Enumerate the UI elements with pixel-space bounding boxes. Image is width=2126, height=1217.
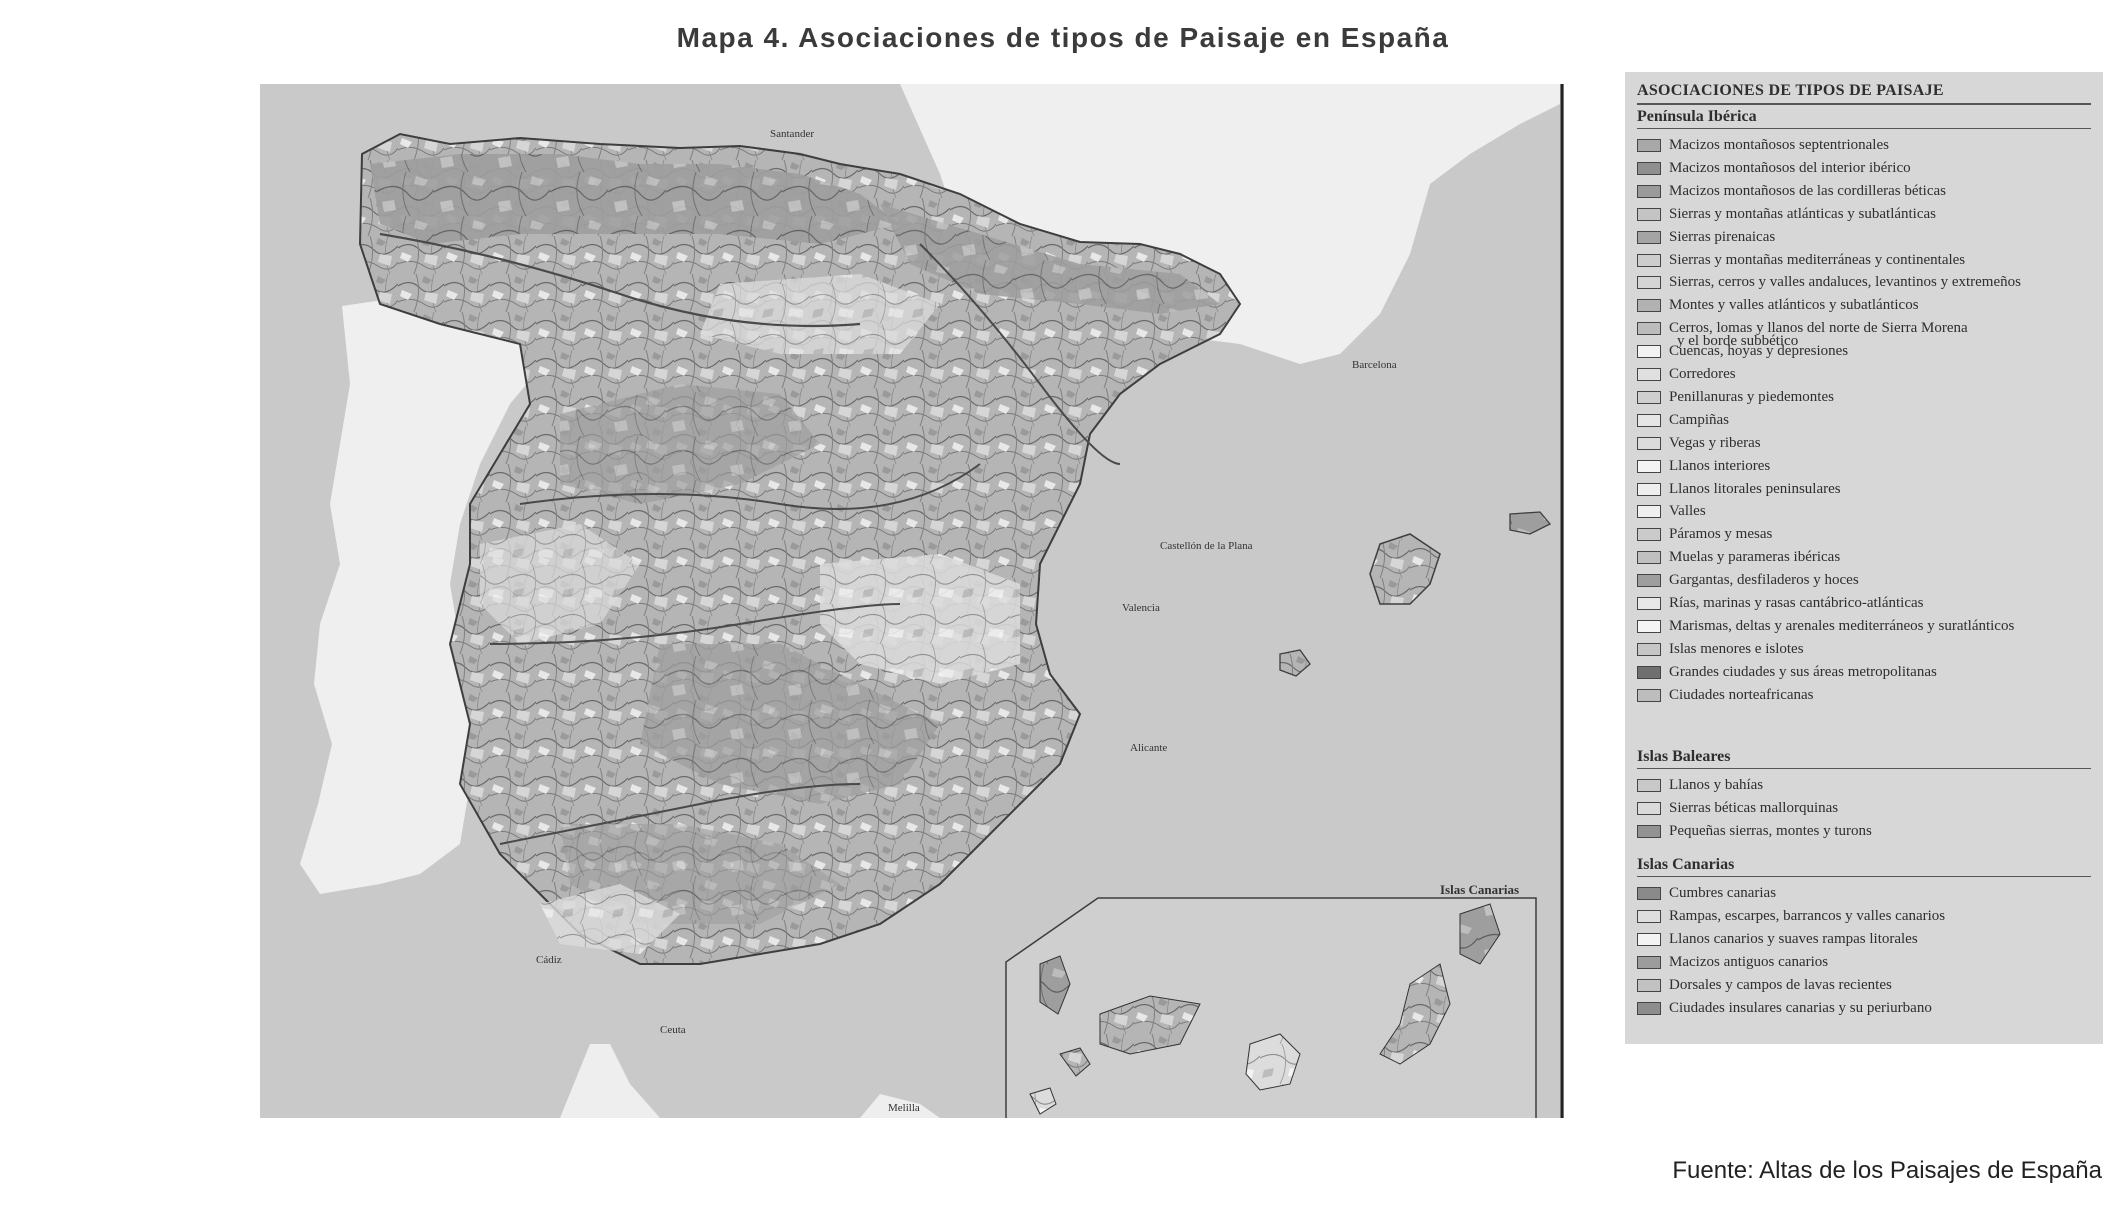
legend-swatch [1637,665,1661,679]
label-castellon: Castellón de la Plana [1160,540,1253,552]
legend-swatch [1637,276,1661,290]
legend-item-label: Rampas, escarpes, barrancos y valles can… [1669,907,1946,924]
legend-item-label: Cumbres canarias [1669,885,1777,901]
legend-item-label: Marismas, deltas y arenales mediterráneo… [1669,617,2015,634]
legend-item-label: Macizos montañosos del interior ibérico [1669,159,1911,176]
legend-swatch [1637,482,1661,496]
legend-swatch [1637,619,1661,633]
legend-item-label: Dorsales y campos de lavas recientes [1669,976,1892,993]
legend-item-label: Sierras, cerros y valles andaluces, leva… [1669,274,2021,291]
legend-item-label: Cuencas, hoyas y depresiones [1669,343,1849,360]
spain-landscape-map: Santander Barcelona Castellón de la Plan… [260,84,1564,1118]
legend-item-label: Valles [1669,503,1706,520]
legend-swatch [1637,642,1661,656]
legend-swatch [1637,230,1661,244]
legend-swatch [1637,955,1661,969]
legend-item-label: Llanos y bahías [1669,777,1764,793]
legend-item-label: Sierras y montañas mediterráneas y conti… [1669,251,1966,268]
legend-swatch [1637,978,1661,992]
legend-item-label: Penillanuras y piedemontes [1669,388,1834,405]
legend-swatch [1637,207,1661,221]
legend-item-label: Macizos antiguos canarios [1669,953,1829,970]
legend-section-title: Península Ibérica [1637,108,2091,129]
legend-swatch [1637,574,1661,588]
canarias-inset-title: Islas Canarias [1440,882,1520,897]
legend-swatch [1637,322,1661,336]
label-ceuta: Ceuta [660,1024,686,1036]
legend-swatch [1637,184,1661,198]
legend-swatch [1637,824,1661,838]
label-santander: Santander [770,128,814,140]
map-title: Mapa 4. Asociaciones de tipos de Paisaje… [676,22,1450,53]
legend-item-label: Llanos litorales peninsulares [1669,480,1841,497]
source-note: Fuente: Altas de los Paisajes de España [1672,1157,2102,1184]
legend-item-label: Muelas y parameras ibéricas [1669,549,1841,566]
legend-item-label: Pequeñas sierras, montes y turons [1669,822,1872,839]
legend-item-label: Corredores [1669,366,1736,382]
legend-swatch [1637,1001,1661,1015]
label-melilla: Melilla [888,1102,920,1114]
legend-item-label: Vegas y riberas [1669,434,1761,451]
label-barcelona: Barcelona [1352,359,1397,371]
legend-swatch [1637,345,1661,359]
legend-swatch [1637,436,1661,450]
legend-swatch [1637,139,1661,152]
legend-item-label: Rías, marinas y rasas cantábrico-atlánti… [1669,595,1924,611]
legend-swatch [1637,779,1661,792]
legend-swatch [1637,459,1661,473]
legend-item-label: Gargantas, desfiladeros y hoces [1669,572,1859,589]
legend-item-label: Grandes ciudades y sus áreas metropolita… [1669,663,1937,680]
map-graphic [260,84,1564,1118]
legend-item-label: Sierras y montañas atlánticas y subatlán… [1669,205,1937,222]
legend-swatch [1637,528,1661,542]
legend-item-label: Macizos montañosos de las cordilleras bé… [1669,182,1947,199]
legend-item-label: Llanos interiores [1669,457,1771,474]
legend-section-title: Islas Canarias [1637,856,2091,877]
legend-swatch [1637,390,1661,404]
legend-item-label: Sierras béticas mallorquinas [1669,799,1839,816]
legend-item-label: Llanos canarios y suaves rampas litorale… [1669,930,1918,947]
legend-item-label: Islas menores e islotes [1669,640,1804,657]
legend-swatch [1637,597,1661,610]
legend-swatch [1637,368,1661,381]
label-alicante: Alicante [1130,742,1168,754]
legend-swatch [1637,801,1661,815]
legend-title: ASOCIACIONES DE TIPOS DE PAISAJE [1637,82,2091,105]
legend-swatch [1637,551,1661,565]
legend-swatch [1637,909,1661,923]
label-valencia: Valencia [1122,602,1160,614]
legend-swatch [1637,161,1661,175]
legend-swatch [1637,887,1661,900]
legend-item-label: Ciudades insulares canarias y su periurb… [1669,999,1932,1016]
legend-section-title: Islas Baleares [1637,748,2091,769]
legend-swatch [1637,253,1661,267]
legend-swatch [1637,505,1661,519]
legend-panel: ASOCIACIONES DE TIPOS DE PAISAJE Penínsu… [1625,72,2103,1044]
legend-swatch [1637,932,1661,946]
legend-item-label: Campiñas [1669,411,1729,428]
legend-swatch [1637,299,1661,313]
legend-item-label: Montes y valles atlánticos y subatlántic… [1669,297,1919,314]
legend-swatch [1637,688,1661,702]
legend-item-label: Páramos y mesas [1669,526,1773,543]
legend-swatch [1637,413,1661,427]
legend-item-label: Macizos montañosos septentrionales [1669,137,1889,153]
label-cadiz: Cádiz [536,954,562,966]
legend-item-label: Sierras pirenaicas [1669,228,1776,245]
legend-item-label: Ciudades norteafricanas [1669,686,1814,703]
